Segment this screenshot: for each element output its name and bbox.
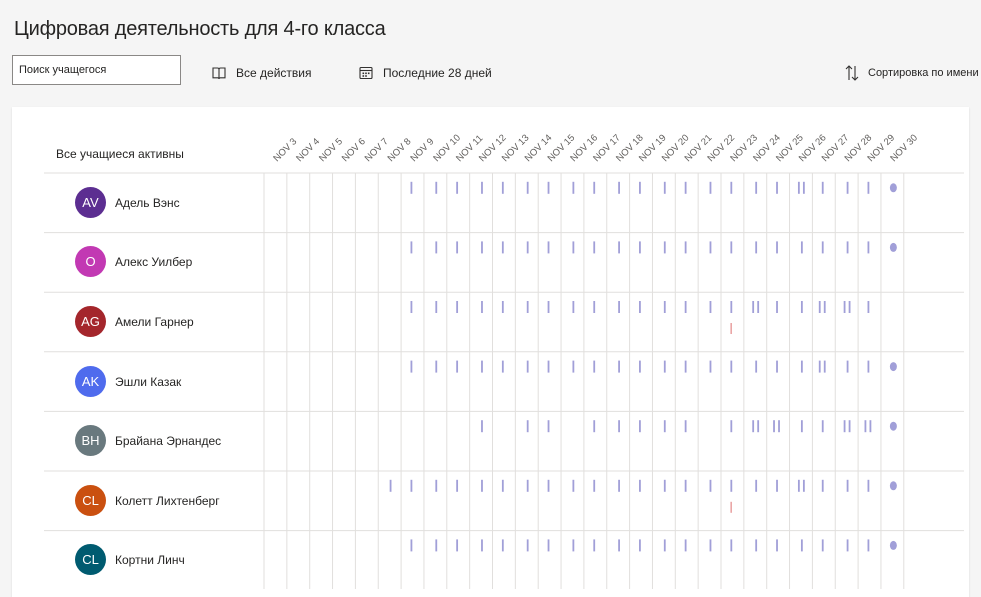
all-activities-label: Все действия (236, 66, 312, 80)
student-avatar: AK (75, 365, 106, 397)
student-name[interactable]: Колетт Лихтенберг (115, 494, 220, 508)
student-name[interactable]: Брайана Эрнандес (115, 434, 221, 448)
all-students-active-label: Все учащиеся активны (56, 147, 184, 161)
student-name[interactable]: Адель Вэнс (115, 196, 180, 210)
student-avatar: AV (75, 186, 106, 218)
sort-by-name-button[interactable]: Сортировка по имени (844, 64, 979, 82)
date-range-button[interactable]: Последние 28 дней (358, 65, 492, 81)
search-input[interactable] (12, 55, 181, 85)
page-title: Цифровая деятельность для 4-го класса (14, 18, 386, 40)
book-icon (212, 67, 226, 80)
sort-label: Сортировка по имени (868, 67, 979, 79)
student-avatar: BH (75, 425, 106, 457)
student-name[interactable]: Алекс Уилбер (115, 255, 192, 269)
student-name[interactable]: Эшли Казак (115, 375, 181, 389)
student-avatar: CL (75, 484, 106, 516)
calendar-icon (359, 66, 373, 80)
student-avatar: AG (75, 306, 106, 337)
sort-icon (845, 65, 859, 81)
date-range-label: Последние 28 дней (383, 66, 492, 80)
student-row[interactable] (44, 173, 964, 233)
student-row[interactable] (44, 352, 964, 412)
student-name[interactable]: Амели Гарнер (115, 315, 194, 329)
all-activities-button[interactable]: Все действия (211, 65, 311, 81)
student-name[interactable]: Кортни Линч (115, 553, 185, 567)
